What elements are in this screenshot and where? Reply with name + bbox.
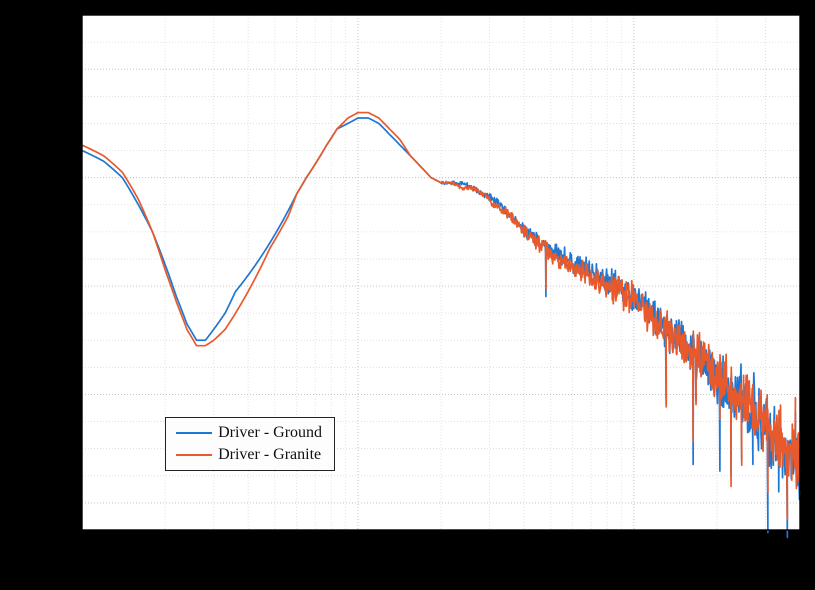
legend-label: Driver - Granite: [218, 446, 331, 464]
legend-swatch: [176, 454, 212, 456]
chart-container: Driver - Ground Driver - Granite: [0, 0, 815, 590]
legend-item: Driver - Ground: [168, 422, 332, 444]
legend-label: Driver - Ground: [218, 424, 332, 442]
legend-swatch: [176, 432, 212, 434]
legend-item: Driver - Granite: [168, 444, 332, 466]
line-chart: [0, 0, 815, 590]
legend: Driver - Ground Driver - Granite: [165, 417, 335, 471]
